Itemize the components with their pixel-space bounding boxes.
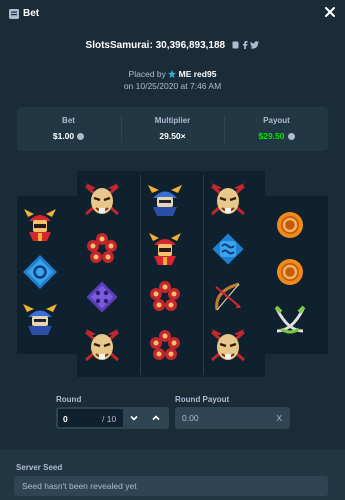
round-label: Round	[56, 395, 82, 404]
demon-mask-symbol	[82, 180, 122, 220]
round-payout-field: 0.00 X	[175, 407, 290, 429]
close-icon[interactable]	[323, 5, 337, 19]
modal-title: Bet	[23, 8, 40, 19]
demon-mask-symbol	[208, 180, 248, 220]
samurai-helmet-symbol	[20, 205, 60, 245]
server-seed-label: Server Seed	[16, 463, 63, 472]
demon-mask-symbol	[208, 326, 248, 366]
crossed-swords-symbol	[270, 299, 310, 339]
facebook-icon[interactable]	[242, 41, 248, 49]
reel-divider	[203, 175, 204, 375]
round-payout-value: 0.00	[182, 413, 199, 423]
username-link[interactable]: ME red95	[179, 69, 217, 79]
round-input[interactable]: 0 / 10	[56, 407, 169, 429]
game-name[interactable]: SlotsSamurai	[86, 40, 150, 51]
chevron-up-icon	[152, 415, 160, 421]
red-flower-symbol	[145, 277, 185, 317]
currency-icon	[287, 133, 295, 140]
multiplier-stat: Multiplier 29.50×	[121, 107, 224, 151]
bet-id: 30,396,893,188	[155, 40, 226, 51]
bet-date: on 10/25/2020 at 7:46 AM	[123, 81, 222, 91]
bow-symbol	[208, 277, 248, 317]
red-flower-symbol	[82, 229, 122, 269]
multiplier-label: Multiplier	[154, 116, 191, 125]
blue-square-symbol	[20, 252, 60, 292]
reel-divider	[140, 175, 141, 375]
placed-info: Placed by ME red95 on 10/25/2020 at 7:46…	[123, 69, 222, 91]
orange-orb-symbol	[270, 205, 310, 245]
payout-value: $29.50	[258, 131, 285, 141]
multiplier-value: 29.50×	[159, 131, 186, 141]
clear-payout-icon[interactable]: X	[276, 413, 282, 423]
round-payout-label: Round Payout	[175, 395, 230, 404]
server-seed-field[interactable]: Seed hasn't been revealed yet	[14, 476, 328, 496]
kabuto-helmet-symbol	[145, 180, 185, 220]
bet-ticket-icon	[9, 9, 19, 19]
payout-label: Payout	[263, 116, 290, 125]
orange-orb-symbol	[270, 252, 310, 292]
twitter-icon[interactable]	[250, 41, 260, 49]
round-down-button[interactable]	[123, 409, 145, 427]
modal-header: Bet	[0, 0, 345, 28]
purple-diamond-symbol	[82, 277, 122, 317]
bet-label: Bet	[62, 116, 75, 125]
bet-stat: Bet $1.00	[17, 107, 120, 151]
bet-title: SlotsSamurai: 30,396,893,188	[0, 40, 345, 52]
chevron-down-icon	[130, 415, 138, 421]
payout-stat: Payout $29.50	[225, 107, 328, 151]
round-up-button[interactable]	[145, 409, 167, 427]
blue-wave-symbol	[208, 229, 248, 269]
round-value[interactable]: 0	[63, 414, 68, 424]
samurai-helmet-symbol	[145, 229, 185, 269]
vip-star-icon	[168, 70, 177, 78]
bet-stats-panel: Bet $1.00 Multiplier 29.50× Payout $29.5…	[17, 107, 328, 151]
demon-mask-symbol	[82, 326, 122, 366]
kabuto-helmet-symbol	[20, 299, 60, 339]
round-total: / 10	[102, 414, 117, 424]
currency-icon	[77, 133, 85, 140]
red-flower-symbol	[145, 326, 185, 366]
bet-value: $1.00	[52, 131, 75, 141]
server-seed-value: Seed hasn't been revealed yet	[22, 481, 137, 491]
copy-icon[interactable]	[232, 41, 239, 49]
